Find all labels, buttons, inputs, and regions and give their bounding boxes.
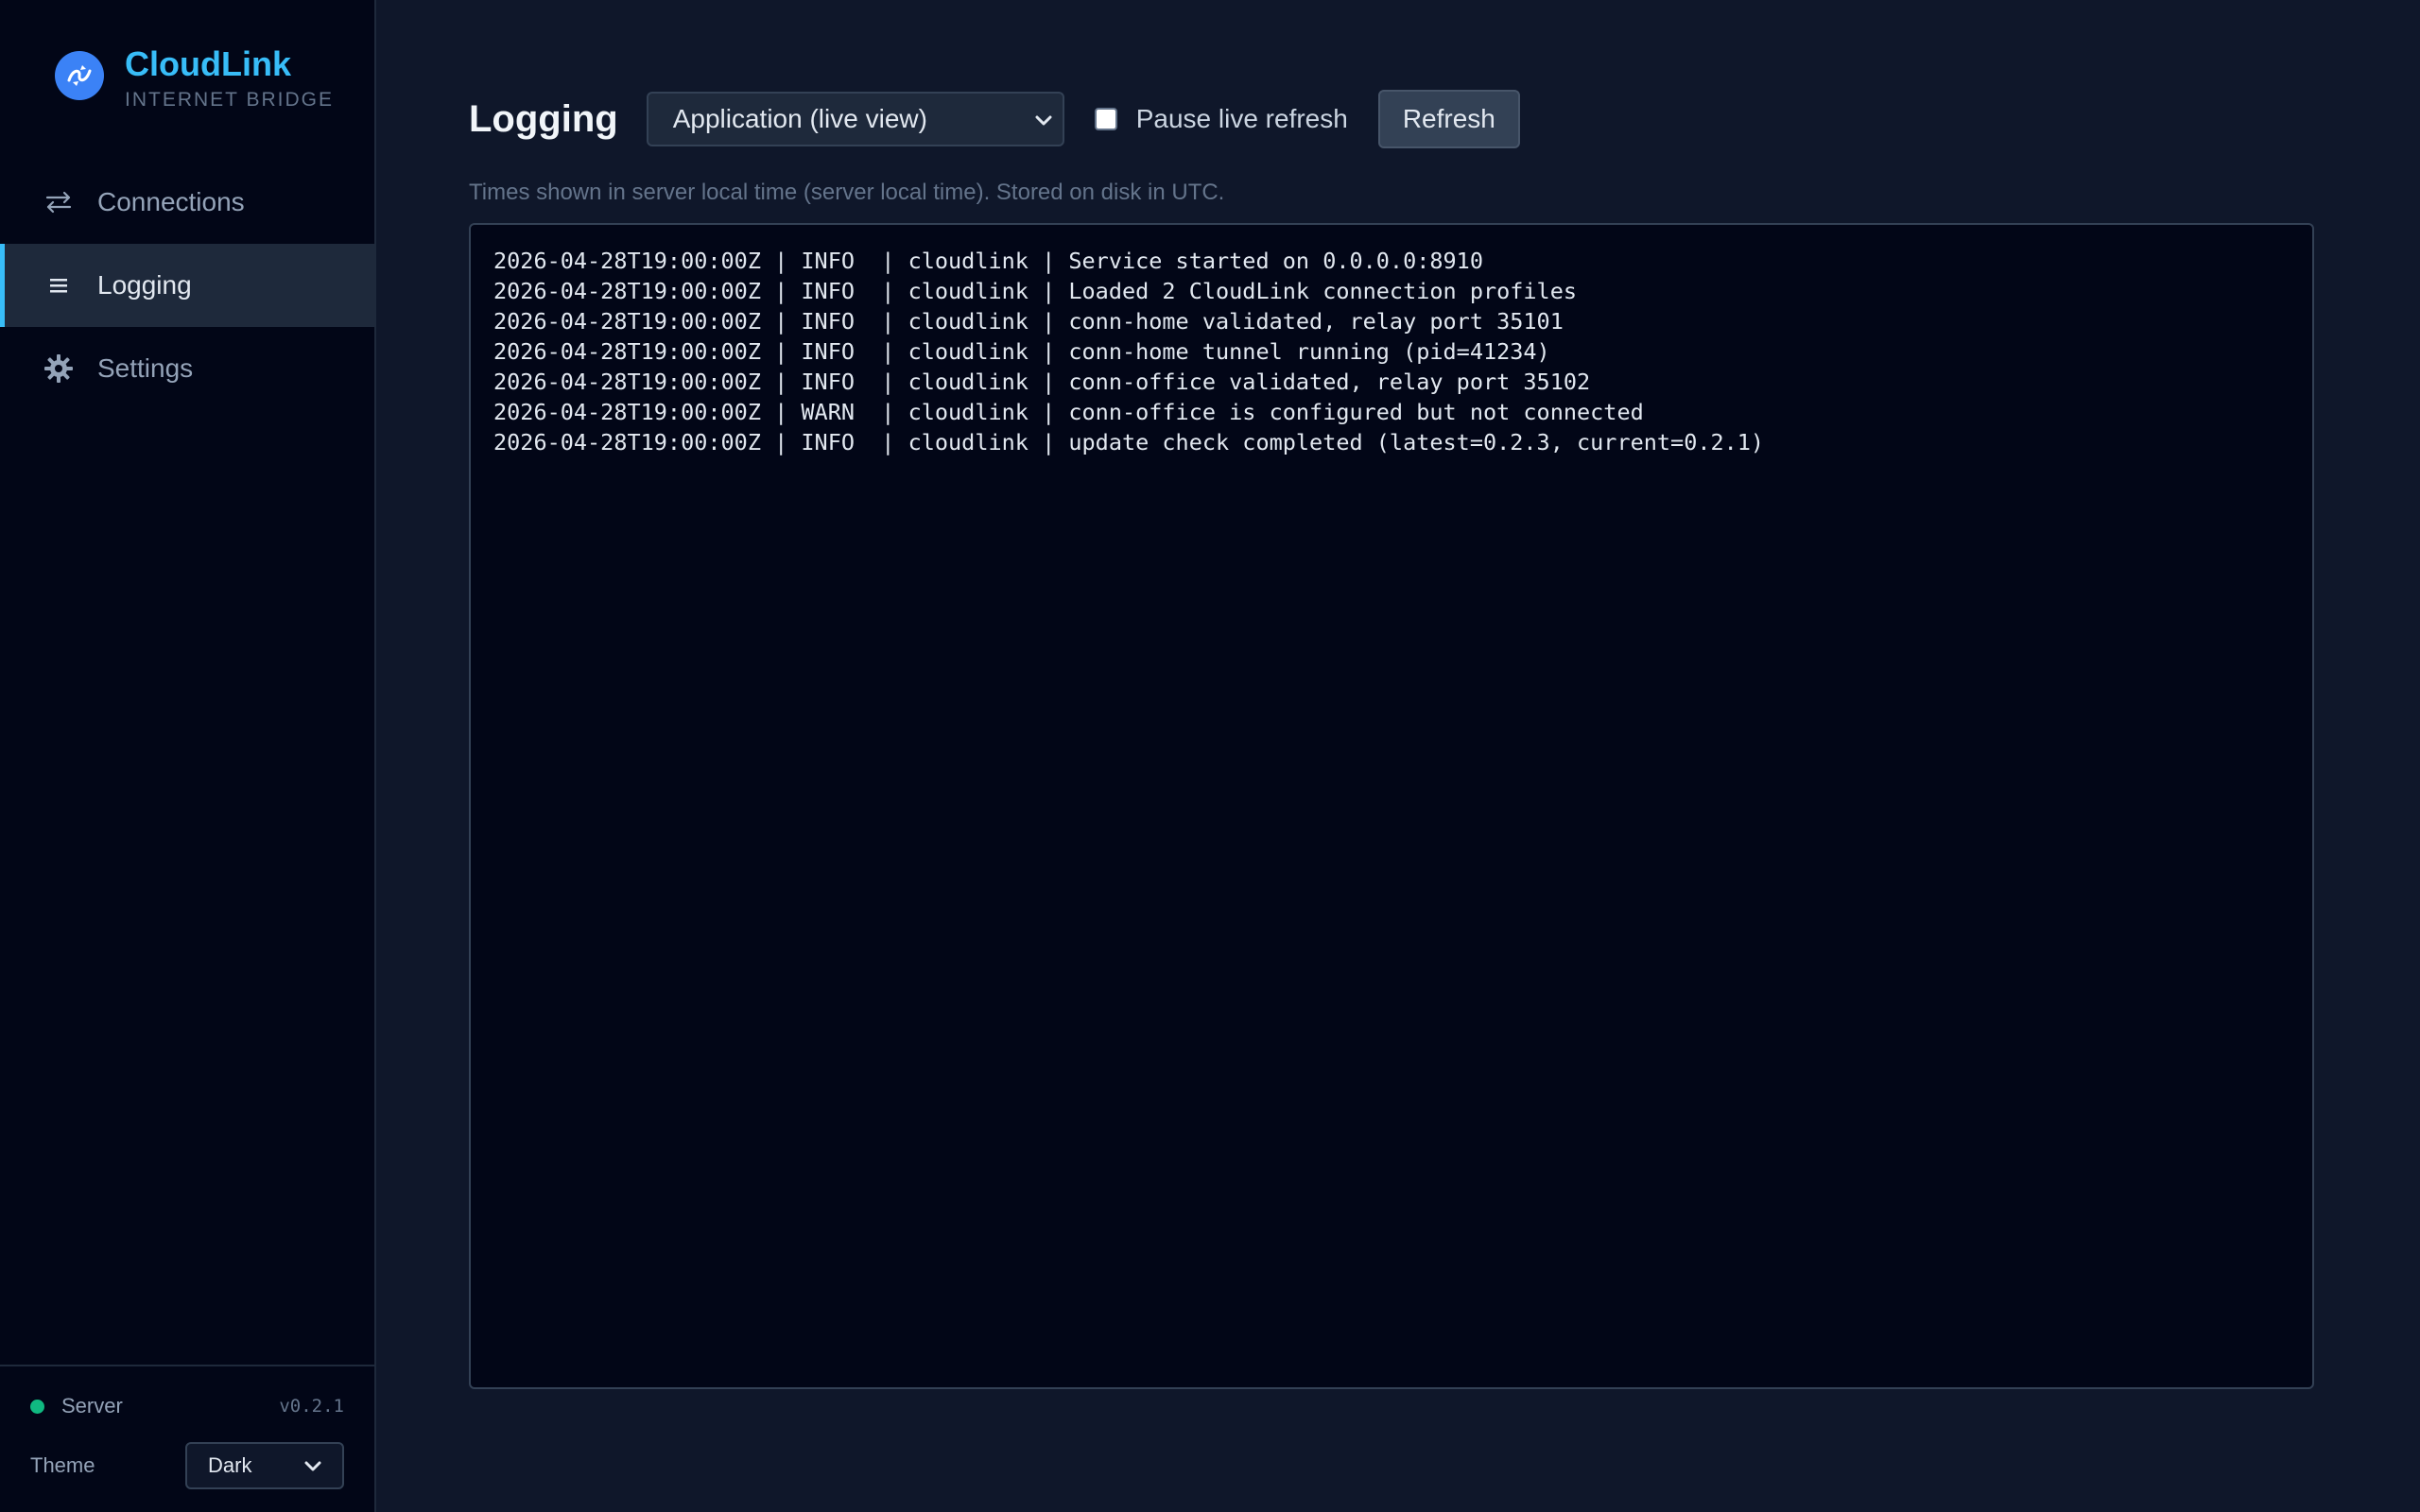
sidebar-item-label: Connections — [97, 187, 245, 216]
timezone-note: Times shown in server local time (server… — [469, 180, 1225, 205]
log-source-select[interactable]: Application (live view) — [646, 92, 1064, 146]
theme-row: Theme Dark — [30, 1442, 344, 1489]
cloudlink-logo-icon — [55, 51, 104, 100]
logging-toolbar: Logging Application (live view) Pause li… — [469, 90, 1520, 148]
sidebar-nav: Connections Logging Settings — [0, 161, 374, 410]
pause-refresh-toggle[interactable]: Pause live refresh — [1094, 104, 1348, 134]
version-label: v0.2.1 — [279, 1396, 344, 1417]
server-status-dot — [30, 1399, 44, 1414]
log-source-value: Application (live view) — [672, 104, 927, 133]
sidebar-footer: Server v0.2.1 Theme Dark — [0, 1365, 374, 1512]
log-line: 2026-04-28T19:00:00Z | INFO | cloudlink … — [493, 308, 1564, 335]
page-title: Logging — [469, 97, 618, 140]
pause-refresh-checkbox[interactable] — [1094, 108, 1117, 130]
sidebar: CloudLink INTERNET BRIDGE Connections Lo… — [0, 0, 376, 1512]
sidebar-item-logging[interactable]: Logging — [0, 244, 374, 327]
theme-select-value: Dark — [208, 1453, 252, 1477]
swap-arrows-icon — [43, 186, 75, 218]
sidebar-item-connections[interactable]: Connections — [0, 161, 374, 244]
server-status-row: Server v0.2.1 — [30, 1391, 344, 1421]
server-label: Server — [61, 1394, 123, 1418]
log-line: 2026-04-28T19:00:00Z | INFO | cloudlink … — [493, 429, 1765, 455]
chevron-down-icon — [1034, 104, 1053, 134]
sidebar-item-label: Logging — [97, 270, 192, 300]
log-line: 2026-04-28T19:00:00Z | WARN | cloudlink … — [493, 399, 1644, 425]
pause-refresh-label: Pause live refresh — [1135, 104, 1348, 133]
brand: CloudLink INTERNET BRIDGE — [55, 45, 334, 112]
gear-icon — [43, 352, 75, 385]
theme-label: Theme — [30, 1453, 95, 1477]
main-content: Logging Application (live view) Pause li… — [376, 0, 2420, 1512]
brand-subtitle: INTERNET BRIDGE — [125, 89, 334, 111]
log-line: 2026-04-28T19:00:00Z | INFO | cloudlink … — [493, 369, 1591, 395]
list-icon — [43, 269, 75, 301]
sidebar-item-settings[interactable]: Settings — [0, 327, 374, 410]
theme-select[interactable]: Dark — [185, 1442, 344, 1489]
brand-title: CloudLink — [125, 44, 291, 83]
refresh-button[interactable]: Refresh — [1377, 90, 1520, 148]
log-line: 2026-04-28T19:00:00Z | INFO | cloudlink … — [493, 338, 1550, 365]
log-line: 2026-04-28T19:00:00Z | INFO | cloudlink … — [493, 248, 1483, 274]
chevron-down-icon — [304, 1453, 321, 1478]
log-output[interactable]: 2026-04-28T19:00:00Z | INFO | cloudlink … — [469, 223, 2314, 1389]
sidebar-item-label: Settings — [97, 353, 194, 383]
log-line: 2026-04-28T19:00:00Z | INFO | cloudlink … — [493, 278, 1578, 304]
app-window: CloudLink INTERNET BRIDGE Connections Lo… — [0, 0, 2420, 1512]
